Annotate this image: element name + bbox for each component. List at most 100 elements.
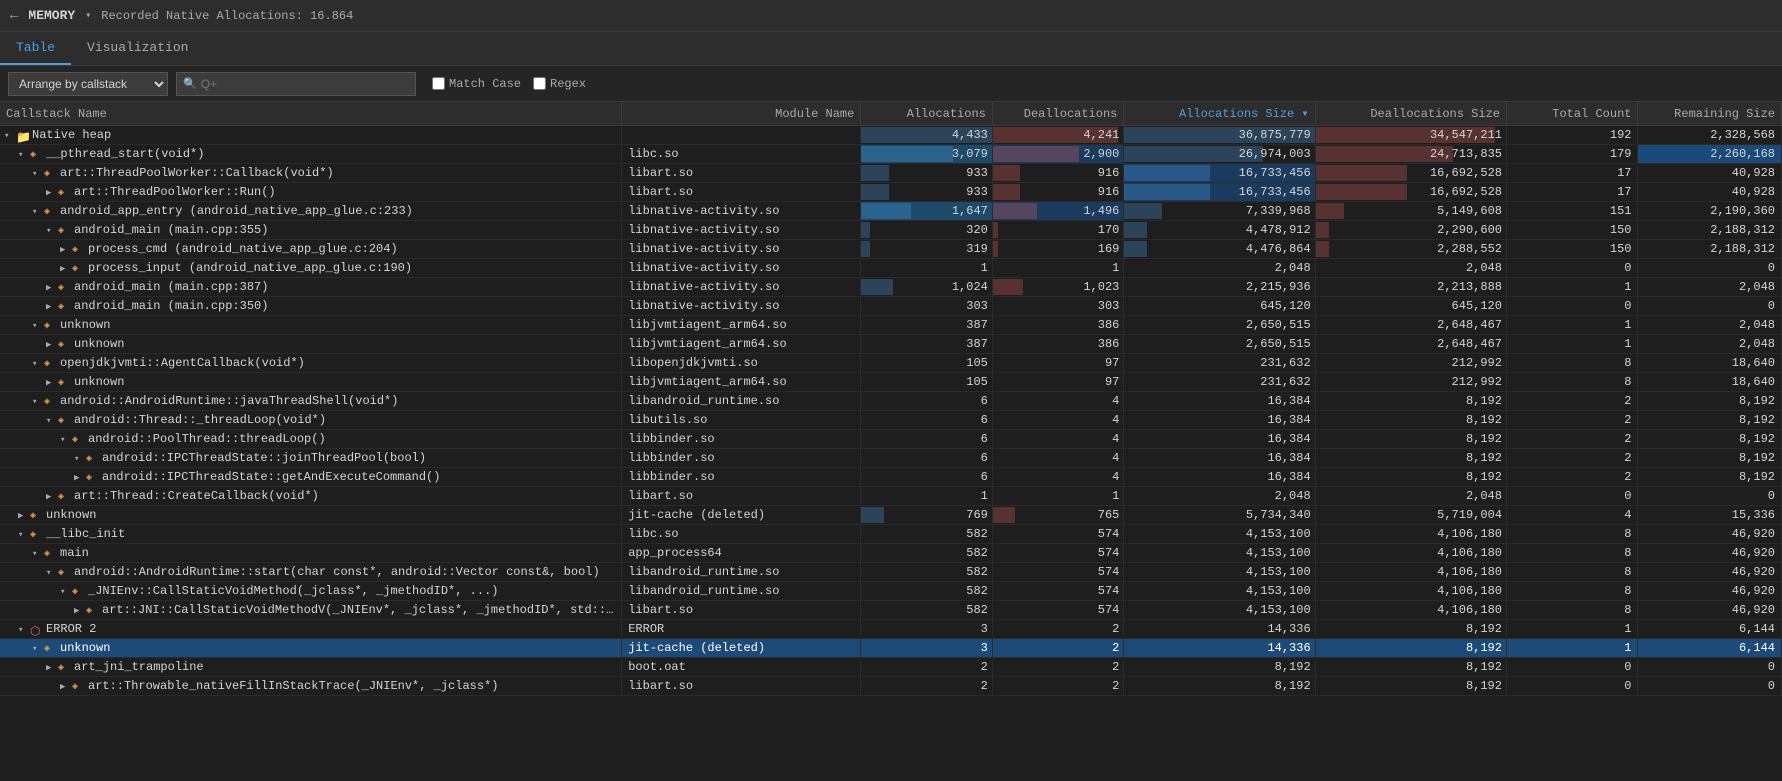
expand-icon[interactable]: ▾ [4, 131, 16, 141]
table-row[interactable]: ▾◈android_app_entry (android_native_app_… [0, 202, 1782, 221]
module-cell: libnative-activity.so [622, 278, 861, 297]
table-row[interactable]: ▶◈android_main (main.cpp:387)libnative-a… [0, 278, 1782, 297]
table-row[interactable]: ▾◈openjdkjvmti::AgentCallback(void*)libo… [0, 354, 1782, 373]
col-header-callstack[interactable]: Callstack Name [0, 102, 622, 126]
expand-icon[interactable]: ▶ [60, 245, 72, 255]
alloc-size-cell: 8,192 [1124, 677, 1315, 696]
module-cell: libjvmtiagent_arm64.so [622, 316, 861, 335]
table-row[interactable]: ▾◈android::Thread::_threadLoop(void*)lib… [0, 411, 1782, 430]
table-row[interactable]: ▾◈unknownjit-cache (deleted)3214,3368,19… [0, 639, 1782, 658]
table-row[interactable]: ▾◈_JNIEnv::CallStaticVoidMethod(_jclass*… [0, 582, 1782, 601]
expand-icon[interactable]: ▾ [46, 416, 58, 426]
table-row[interactable]: ▾◈mainapp_process645825744,153,1004,106,… [0, 544, 1782, 563]
table-row[interactable]: ▾◈android::AndroidRuntime::start(char co… [0, 563, 1782, 582]
table-row[interactable]: ▶◈unknownjit-cache (deleted)7697655,734,… [0, 506, 1782, 525]
expand-icon[interactable]: ▾ [46, 226, 58, 236]
alloc-cell: 3,079 [861, 145, 993, 164]
table-row[interactable]: ▾◈__libc_initlibc.so5825744,153,1004,106… [0, 525, 1782, 544]
tab-visualization[interactable]: Visualization [71, 32, 204, 65]
search-icon: 🔍 [183, 77, 197, 91]
table-row[interactable]: ▶◈unknownlibjvmtiagent_arm64.so3873862,6… [0, 335, 1782, 354]
match-case-checkbox[interactable] [432, 77, 445, 90]
alloc-size-value: 14,336 [1267, 622, 1310, 636]
expand-icon[interactable]: ▶ [74, 606, 86, 616]
remaining-size-cell: 8,192 [1638, 411, 1782, 430]
alloc-size-cell: 16,384 [1124, 411, 1315, 430]
expand-icon[interactable]: ▶ [46, 340, 58, 350]
col-header-total[interactable]: Total Count [1506, 102, 1638, 126]
table-row[interactable]: ▶◈art::Thread::CreateCallback(void*)liba… [0, 487, 1782, 506]
expand-icon[interactable]: ▶ [46, 492, 58, 502]
dealloc-size-value: 212,992 [1452, 356, 1502, 370]
alloc-size-cell: 16,384 [1124, 430, 1315, 449]
expand-icon[interactable]: ▶ [60, 682, 72, 692]
expand-icon[interactable]: ▾ [32, 207, 44, 217]
table-row[interactable]: ▾◈android::AndroidRuntime::javaThreadShe… [0, 392, 1782, 411]
back-button[interactable]: ← [10, 8, 18, 24]
col-header-dealloc-size[interactable]: Deallocations Size [1315, 102, 1506, 126]
expand-icon[interactable]: ▾ [46, 568, 58, 578]
search-input[interactable] [201, 77, 401, 91]
func-icon: ◈ [58, 225, 72, 235]
table-row[interactable]: ▾◈android::PoolThread::threadLoop()libbi… [0, 430, 1782, 449]
total-count-cell: 8 [1506, 544, 1638, 563]
tab-table[interactable]: Table [0, 32, 71, 65]
alloc-value: 3 [981, 641, 988, 655]
col-header-module[interactable]: Module Name [622, 102, 861, 126]
table-row[interactable]: ▶◈art::JNI::CallStaticVoidMethodV(_JNIEn… [0, 601, 1782, 620]
table-row[interactable]: ▶◈process_input (android_native_app_glue… [0, 259, 1782, 278]
table-row[interactable]: ▾◈android::IPCThreadState::joinThreadPoo… [0, 449, 1782, 468]
expand-icon[interactable]: ▾ [60, 435, 72, 445]
expand-icon[interactable]: ▾ [32, 644, 44, 654]
total-count-cell: 179 [1506, 145, 1638, 164]
expand-icon[interactable]: ▶ [46, 663, 58, 673]
expand-icon[interactable]: ▾ [32, 359, 44, 369]
table-row[interactable]: ▾◈unknownlibjvmtiagent_arm64.so3873862,6… [0, 316, 1782, 335]
table-row[interactable]: ▶◈art_jni_trampolineboot.oat228,1928,192… [0, 658, 1782, 677]
expand-icon[interactable]: ▶ [18, 511, 30, 521]
expand-icon[interactable]: ▶ [46, 188, 58, 198]
arrange-by-select[interactable]: Arrange by callstack [8, 72, 168, 96]
expand-icon[interactable]: ▾ [74, 454, 86, 464]
expand-icon[interactable]: ▶ [74, 473, 86, 483]
table-row[interactable]: ▾📁Native heap4,4334,24136,875,77934,547,… [0, 126, 1782, 145]
table-row[interactable]: ▾⬡ERROR 2ERROR3214,3368,19216,144 [0, 620, 1782, 639]
table-row[interactable]: ▶◈android_main (main.cpp:350)libnative-a… [0, 297, 1782, 316]
table-row[interactable]: ▶◈art::ThreadPoolWorker::Run()libart.so9… [0, 183, 1782, 202]
expand-icon[interactable]: ▶ [46, 302, 58, 312]
expand-icon[interactable]: ▾ [18, 625, 30, 635]
total-count-cell: 1 [1506, 639, 1638, 658]
expand-icon[interactable]: ▾ [18, 530, 30, 540]
table-row[interactable]: ▾◈art::ThreadPoolWorker::Callback(void*)… [0, 164, 1782, 183]
folder-icon: 📁 [16, 130, 30, 140]
remaining-size-cell: 0 [1638, 297, 1782, 316]
expand-icon[interactable]: ▾ [32, 169, 44, 179]
table-row[interactable]: ▶◈unknownlibjvmtiagent_arm64.so10597231,… [0, 373, 1782, 392]
table-row[interactable]: ▶◈android::IPCThreadState::getAndExecute… [0, 468, 1782, 487]
expand-icon[interactable]: ▾ [32, 549, 44, 559]
expand-icon[interactable]: ▾ [60, 587, 72, 597]
dealloc-size-cell: 2,048 [1315, 259, 1506, 278]
table-row[interactable]: ▾◈android_main (main.cpp:355)libnative-a… [0, 221, 1782, 240]
expand-icon[interactable]: ▶ [60, 264, 72, 274]
col-header-remaining[interactable]: Remaining Size [1638, 102, 1782, 126]
alloc-cell: 3 [861, 639, 993, 658]
expand-icon[interactable]: ▶ [46, 283, 58, 293]
total-count-cell: 17 [1506, 164, 1638, 183]
col-header-alloc-size[interactable]: Allocations Size ▾ [1124, 102, 1315, 126]
alloc-size-value: 4,153,100 [1246, 603, 1311, 617]
table-row[interactable]: ▶◈process_cmd (android_native_app_glue.c… [0, 240, 1782, 259]
expand-icon[interactable]: ▶ [46, 378, 58, 388]
app-dropdown-arrow[interactable]: ▾ [85, 10, 91, 22]
table-row[interactable]: ▾◈__pthread_start(void*)libc.so3,0792,90… [0, 145, 1782, 164]
regex-checkbox[interactable] [533, 77, 546, 90]
col-header-dealloc[interactable]: Deallocations [992, 102, 1124, 126]
expand-icon[interactable]: ▾ [18, 150, 30, 160]
func-icon: ◈ [44, 643, 58, 653]
table-row[interactable]: ▶◈art::Throwable_nativeFillInStackTrace(… [0, 677, 1782, 696]
col-header-alloc[interactable]: Allocations [861, 102, 993, 126]
expand-icon[interactable]: ▾ [32, 321, 44, 331]
total-count-cell: 2 [1506, 449, 1638, 468]
expand-icon[interactable]: ▾ [32, 397, 44, 407]
total-count-cell: 192 [1506, 126, 1638, 145]
